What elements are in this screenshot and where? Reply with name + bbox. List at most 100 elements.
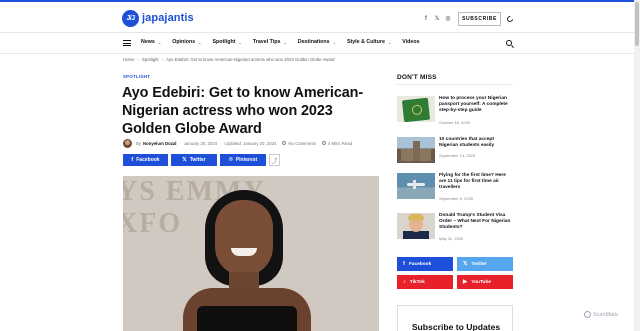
header-social-icons: f 𝕏 ◎ ♪ <box>423 16 462 22</box>
comments-count[interactable]: No Comments <box>288 141 315 146</box>
social-facebook-button[interactable]: f Facebook <box>397 257 453 271</box>
nav-item-opinions[interactable]: Opinions ⌄ <box>172 39 201 45</box>
nav-item-style-culture[interactable]: Style & Culture ⌄ <box>347 39 391 45</box>
logo-text: japajantis <box>142 11 194 25</box>
subscribe-button[interactable]: SUBSCRIBE <box>458 12 501 26</box>
meta-dot-icon: · <box>220 140 222 146</box>
facebook-icon: f <box>403 261 405 267</box>
social-twitter-button[interactable]: 𝕏 Twitter <box>457 257 513 271</box>
article-meta: By Nonyelum Dozal · January 20, 2024 · U… <box>123 138 352 148</box>
watermark-icon <box>584 311 591 318</box>
post-title[interactable]: How to process your Nigerian passport yo… <box>439 96 513 115</box>
share-facebook-label: Facebook <box>136 157 160 163</box>
nav-divider <box>0 53 640 54</box>
facebook-icon: f <box>131 157 134 163</box>
sidebar-post[interactable]: 10 countries that accept Nigerian studen… <box>397 137 513 177</box>
chevron-down-icon: ⌄ <box>387 39 392 45</box>
tiktok-icon: ♪ <box>403 279 406 285</box>
breadcrumb: Home › Spotlight › Ayo Edebiri: Get to know … <box>123 57 335 62</box>
pinterest-icon: ℗ <box>228 157 233 163</box>
share-twitter-button[interactable]: 𝕏 Twitter <box>171 154 217 166</box>
youtube-icon: ▶ <box>463 279 468 285</box>
social-youtube-label: YouTube <box>471 279 492 285</box>
instagram-icon[interactable]: ◎ <box>445 16 451 22</box>
sidebar-post[interactable]: Donald Trump's Student Visa Order – What… <box>397 213 513 253</box>
chevron-down-icon: ⌄ <box>157 39 162 45</box>
chevron-down-icon: ⌄ <box>283 39 287 45</box>
nav-item-travel-tips[interactable]: Travel Tips ⌄ <box>253 39 287 45</box>
post-title[interactable]: Donald Trump's Student Visa Order – What… <box>439 213 513 232</box>
publish-date: January 20, 2024 <box>183 140 218 146</box>
social-tiktok-button[interactable]: ♪ TikTok <box>397 275 453 289</box>
site-header: J/J japajantis f 𝕏 ◎ ♪ SUBSCRIBE <box>0 2 640 32</box>
nav-items: News ⌄ Opinions ⌄ Spotlight ⌄ Travel Tips ⌄ … <box>141 39 431 45</box>
post-date: September 13, 2025 <box>439 153 476 158</box>
subscribe-heading: Subscribe to Updates <box>411 322 501 331</box>
post-date: September 8, 2025 <box>439 196 474 201</box>
nav-item-videos[interactable]: Videos <box>402 39 419 45</box>
watermark: ScanMatic <box>584 311 619 318</box>
share-pinterest-label: Pinterest <box>235 157 258 163</box>
hero-dress <box>197 306 297 331</box>
article-category[interactable]: SPOTLIGHT <box>123 74 150 79</box>
post-thumbnail-passport[interactable] <box>397 96 435 122</box>
author-name[interactable]: Nonyelum Dozal <box>143 141 176 146</box>
clock-icon <box>321 141 326 145</box>
social-tiktok-label: TikTok <box>409 279 425 285</box>
x-twitter-icon: 𝕏 <box>463 261 468 267</box>
x-twitter-icon[interactable]: 𝕏 <box>434 16 440 22</box>
meta-dot-icon: · <box>179 140 181 146</box>
hero-smile <box>231 248 257 256</box>
hero-image: YS EMMY XFO <box>123 176 379 331</box>
post-thumbnail-plane[interactable] <box>397 173 435 199</box>
scrollbar-track[interactable] <box>634 0 640 331</box>
facebook-icon[interactable]: f <box>423 16 429 22</box>
post-title[interactable]: 10 countries that accept Nigerian studen… <box>439 137 513 149</box>
subscribe-widget: Subscribe to Updates <box>397 305 513 331</box>
main-nav: News ⌄ Opinions ⌄ Spotlight ⌄ Travel Tips ⌄ … <box>0 33 640 53</box>
read-time: 4 Mins Read <box>327 140 352 146</box>
site-logo[interactable]: J/J japajantis <box>122 10 194 27</box>
breadcrumb-separator-icon: › <box>137 57 139 62</box>
dont-miss-heading: DON'T MISS <box>397 74 437 81</box>
x-twitter-icon: 𝕏 <box>182 157 187 163</box>
logo-mark-icon: J/J <box>122 10 139 27</box>
social-twitter-label: Twitter <box>471 261 487 267</box>
nav-item-news[interactable]: News ⌄ <box>141 39 161 45</box>
social-facebook-label: Facebook <box>408 261 432 267</box>
post-title[interactable]: Flying for the first time? Here are 11 t… <box>439 173 513 192</box>
post-date: October 16, 2025 <box>439 120 470 125</box>
post-thumbnail-city[interactable] <box>397 137 435 163</box>
sidebar-post[interactable]: How to process your Nigerian passport yo… <box>397 96 513 136</box>
post-date: May 31, 2025 <box>439 236 464 241</box>
watermark-text: ScanMatic <box>593 311 619 318</box>
search-icon[interactable] <box>506 40 512 46</box>
breadcrumb-current: Ayo Edebiri: Get to know American-Nigeri… <box>166 57 335 62</box>
article-title: Ayo Edebiri: Get to know American-Nigeri… <box>122 85 364 137</box>
scrollbar-thumb[interactable] <box>635 2 639 46</box>
hero-face <box>215 200 273 276</box>
social-youtube-button[interactable]: ▶ YouTube <box>457 275 513 289</box>
breadcrumb-separator-icon: › <box>161 57 164 62</box>
dont-miss-divider <box>397 84 513 85</box>
dark-mode-icon[interactable] <box>505 14 515 24</box>
share-more-button[interactable]: ⤴ <box>269 154 280 166</box>
post-thumbnail-trump[interactable] <box>397 213 435 239</box>
menu-icon[interactable] <box>123 40 131 46</box>
chevron-down-icon: ⌄ <box>332 39 336 45</box>
chevron-down-icon: ⌄ <box>238 39 242 45</box>
site-name: japajantis <box>142 11 194 24</box>
share-buttons: f Facebook 𝕏 Twitter ℗ Pinterest ⤴ <box>123 154 280 166</box>
nav-item-spotlight[interactable]: Spotlight ⌄ <box>213 39 242 45</box>
by-label: By <box>136 140 142 146</box>
author-avatar[interactable] <box>123 138 132 148</box>
updated-date: Updated: January 20, 2024 <box>224 140 277 146</box>
share-twitter-label: Twitter <box>189 157 206 163</box>
sidebar-post[interactable]: Flying for the first time? Here are 11 t… <box>397 173 513 213</box>
breadcrumb-home[interactable]: Home <box>123 57 134 62</box>
comment-icon <box>282 141 287 145</box>
nav-item-destinations[interactable]: Destinations ⌄ <box>298 39 336 45</box>
breadcrumb-spotlight[interactable]: Spotlight <box>142 57 159 62</box>
share-pinterest-button[interactable]: ℗ Pinterest <box>220 154 266 166</box>
share-facebook-button[interactable]: f Facebook <box>123 154 168 166</box>
